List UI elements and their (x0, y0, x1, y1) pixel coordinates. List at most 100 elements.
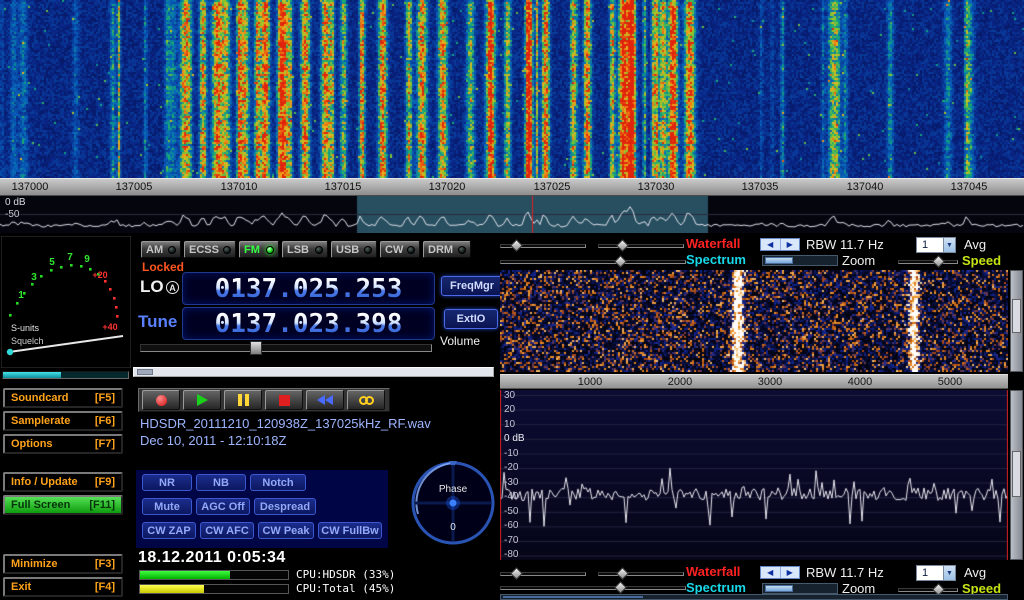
s-meter-needle-tip (7, 349, 13, 355)
volume-slider-thumb[interactable] (250, 341, 262, 355)
scroll-right-icon[interactable]: ▶ (780, 239, 800, 250)
freq-scale-label: 137010 (214, 181, 264, 193)
info-update-button[interactable]: Info / Update [F9] (3, 472, 123, 492)
cpu-hdsdr-bar-fill (140, 571, 230, 579)
waterfall-brightness-thumb-bottom[interactable] (510, 567, 523, 580)
options-button[interactable]: Options [F7] (3, 434, 123, 454)
waterfall-brightness-thumb[interactable] (510, 239, 523, 252)
cw-peak-button[interactable]: CW Peak (258, 522, 314, 539)
rf-waterfall-display[interactable] (500, 270, 1008, 372)
button-label: Exit (11, 581, 31, 593)
zoom-scrollbar-bottom[interactable] (762, 583, 838, 594)
zoom-scrollbar-thumb[interactable] (765, 257, 793, 264)
despread-button[interactable]: Despread (254, 498, 316, 515)
scroll-left-icon[interactable]: ◀ (761, 567, 780, 578)
soundcard-button[interactable]: Soundcard [F5] (3, 388, 123, 408)
cw-afc-button[interactable]: CW AFC (200, 522, 254, 539)
waterfall-shift-scrollbar-top[interactable]: ◀ ▶ (760, 238, 800, 251)
freqmgr-button[interactable]: FreqMgr (441, 276, 503, 296)
samplerate-button[interactable]: Samplerate [F6] (3, 411, 123, 431)
waterfall-label-bottom[interactable]: Waterfall (686, 565, 740, 579)
rf-zoom-range-scrollbar[interactable] (500, 594, 1008, 600)
frequency-scale[interactable]: 137000 137005 137010 137015 137020 13702… (0, 178, 1024, 196)
waterfall-contrast-thumb-bottom[interactable] (616, 567, 629, 580)
zoom-scrollbar-thumb[interactable] (765, 585, 793, 592)
loop-button[interactable] (347, 390, 385, 410)
scroll-left-icon[interactable]: ◀ (761, 239, 780, 250)
avg-spinner-bottom[interactable]: 1 ▼ (916, 565, 956, 581)
speed-slider-top[interactable] (898, 260, 958, 264)
squelch-slider-fill[interactable] (3, 372, 61, 378)
mode-led (266, 246, 274, 254)
play-button[interactable] (183, 390, 221, 410)
rf-frequency-scale[interactable]: 1000 2000 3000 4000 5000 (500, 374, 1008, 389)
rf-db-label: -60 (504, 520, 518, 531)
notch-button[interactable]: Notch (250, 474, 306, 491)
button-label: Minimize (11, 558, 57, 570)
pause-button[interactable] (224, 390, 262, 410)
spinner-arrow-icon[interactable]: ▼ (943, 238, 955, 252)
nr-button[interactable]: NR (142, 474, 192, 491)
spectrum-ref-thumb-top[interactable] (614, 255, 627, 268)
waterfall-contrast-slider-bottom[interactable] (598, 572, 684, 576)
rf-spectrum-scroll-thumb[interactable] (1012, 451, 1021, 497)
waterfall-shift-scrollbar-bottom[interactable]: ◀ ▶ (760, 566, 800, 579)
extio-button[interactable]: ExtIO (444, 309, 498, 329)
scroll-right-icon[interactable]: ▶ (780, 567, 800, 578)
lo-lock-badge[interactable]: A (166, 281, 179, 294)
playback-seek-bar[interactable] (133, 367, 494, 377)
button-fkey: [F7] (95, 438, 115, 450)
mode-led (223, 246, 231, 254)
cw-zap-button[interactable]: CW ZAP (142, 522, 196, 539)
spectrum-ref-slider-top[interactable] (500, 260, 686, 264)
spectrum-label-top[interactable]: Spectrum (686, 253, 746, 267)
spinner-arrow-icon[interactable]: ▼ (943, 566, 955, 580)
rf-spectrum-scrollbar[interactable] (1010, 390, 1023, 560)
waterfall-contrast-thumb[interactable] (616, 239, 629, 252)
main-waterfall-display[interactable] (0, 0, 1024, 178)
agc-off-button[interactable]: AGC Off (196, 498, 250, 515)
mode-button-drm[interactable]: DRM (423, 241, 471, 258)
button-fkey: [F9] (95, 476, 115, 488)
mode-button-am[interactable]: AM (141, 241, 181, 258)
rf-waterfall-scroll-thumb[interactable] (1012, 299, 1021, 333)
main-spectrum-display[interactable] (0, 196, 1024, 233)
record-button[interactable] (142, 390, 180, 410)
phase-value: 0 (450, 522, 456, 533)
speed-label-top: Speed (962, 254, 1001, 268)
playback-seek-thumb[interactable] (137, 369, 153, 375)
s-meter-tick: 1 (18, 290, 24, 301)
nb-button[interactable]: NB (196, 474, 246, 491)
stop-button[interactable] (265, 390, 303, 410)
cw-fullbw-button[interactable]: CW FullBw (318, 522, 382, 539)
zoom-scrollbar-top[interactable] (762, 255, 838, 266)
volume-slider[interactable] (140, 344, 432, 352)
lo-frequency-display[interactable]: 0137.025.253 (182, 272, 435, 305)
dsp-panel: NR NB Notch Mute AGC Off Despread CW ZAP… (136, 470, 388, 548)
spectrum-ref-thumb-bottom[interactable] (614, 581, 627, 594)
waterfall-contrast-slider[interactable] (598, 244, 684, 248)
speed-slider-bottom[interactable] (898, 588, 958, 592)
button-label: Mute (154, 501, 180, 513)
rf-spectrum-display[interactable] (500, 390, 1008, 560)
fullscreen-button[interactable]: Full Screen [F11] (3, 495, 123, 515)
tune-frequency-display[interactable]: 0137.023.398 (182, 307, 435, 340)
freq-scale-label: 137035 (735, 181, 785, 193)
rewind-button[interactable] (306, 390, 344, 410)
minimize-button[interactable]: Minimize [F3] (3, 554, 123, 574)
waterfall-label-top[interactable]: Waterfall (686, 237, 740, 251)
mode-button-cw[interactable]: CW (380, 241, 420, 258)
mode-button-lsb[interactable]: LSB (282, 241, 328, 258)
exit-button[interactable]: Exit [F4] (3, 577, 123, 597)
spectrum-ref-slider-bottom[interactable] (500, 586, 686, 590)
phase-dial[interactable]: Phase 0 (408, 458, 498, 548)
squelch-slider[interactable] (2, 371, 129, 379)
mute-button[interactable]: Mute (142, 498, 192, 515)
mode-button-usb[interactable]: USB (331, 241, 377, 258)
rf-zoom-range-thumb[interactable] (503, 596, 643, 598)
avg-spinner-top[interactable]: 1 ▼ (916, 237, 956, 253)
mode-button-fm[interactable]: FM (239, 241, 279, 258)
speed-thumb-top[interactable] (932, 255, 945, 268)
rf-waterfall-scrollbar[interactable] (1010, 270, 1023, 372)
mode-button-ecss[interactable]: ECSS (184, 241, 236, 258)
